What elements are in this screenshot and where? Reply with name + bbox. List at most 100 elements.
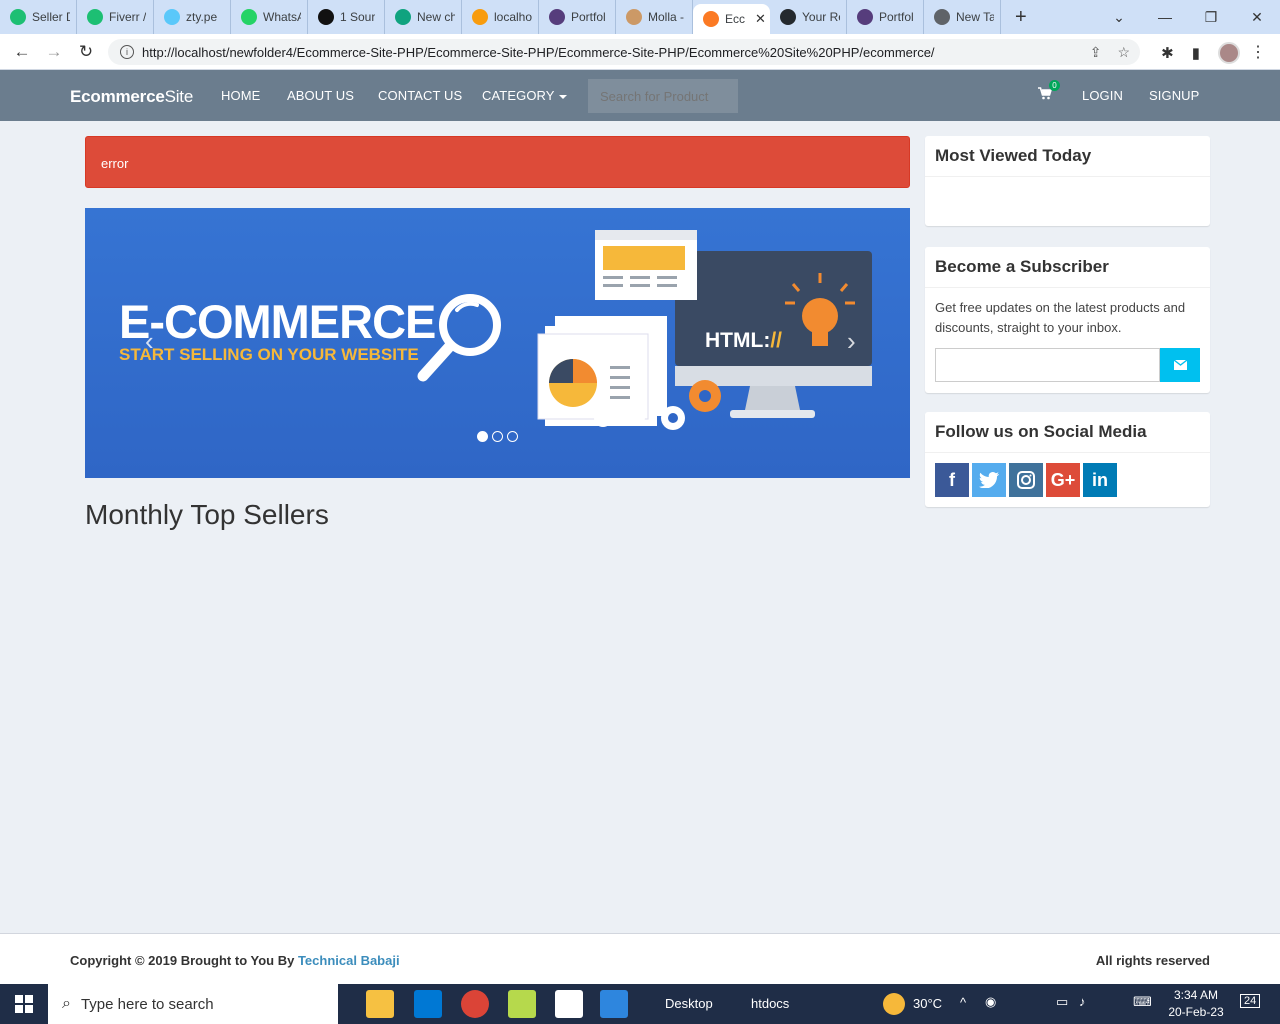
most-viewed-title: Most Viewed Today [925,139,1210,177]
desktop-toolbar[interactable]: Desktop [665,996,713,1011]
close-tab-icon[interactable]: ✕ [755,11,766,27]
carousel-next-icon[interactable]: › [847,326,856,357]
bootstrap-icon [857,9,873,25]
browser-tab[interactable]: Portfol [847,0,924,34]
bootstrap-icon [549,9,565,25]
caret-down-icon [558,94,567,99]
notepad-icon[interactable] [555,990,583,1018]
minimize-button[interactable]: — [1142,9,1188,25]
new-tab-button[interactable]: + [1015,6,1027,29]
browser-tab[interactable]: zty.pe [154,0,231,34]
browser-tab[interactable]: Portfol [539,0,616,34]
clock-date: 20-Feb-23 [1168,1005,1224,1019]
profile-avatar[interactable] [1218,42,1240,64]
browser-tab[interactable]: New ch [385,0,462,34]
browser-tab[interactable]: Molla - [616,0,693,34]
photos-icon[interactable] [600,990,628,1018]
subscriber-text: Get free updates on the latest products … [935,300,1186,335]
google-plus-icon[interactable]: G+ [1046,463,1080,497]
facebook-icon[interactable]: f [935,463,969,497]
browser-tab-label: Ecc [725,12,746,26]
file-explorer-icon[interactable] [366,990,394,1018]
login-link[interactable]: LOGIN [1082,88,1123,103]
nav-home-link[interactable]: HOME [221,88,260,103]
taskbar-search[interactable]: ⌕ Type here to search [48,984,338,1024]
xampp-taskbar-icon[interactable] [508,990,536,1018]
url-field[interactable]: i http://localhost/newfolder4/Ecommerce-… [108,39,1140,65]
carousel-dot-2[interactable] [492,431,503,442]
ecommerce-illustration: HTML:// [537,230,872,430]
browser-tab[interactable]: Fiverr / [77,0,154,34]
carousel-prev-icon[interactable]: ‹ [145,326,154,357]
network-icon[interactable]: ▭ [1056,994,1068,1010]
browser-tab[interactable]: New Ta [924,0,1001,34]
carousel-dot-1[interactable] [477,431,488,442]
envelope-icon [1173,360,1187,370]
browser-tab-label: New ch [417,10,455,24]
side-panel-icon[interactable]: ▮ [1192,44,1200,62]
browser-tab-label: Portfol [571,10,606,24]
temperature[interactable]: 30°C [913,996,942,1011]
share-icon[interactable]: ⇪ [1090,44,1102,61]
product-search-input[interactable] [588,79,738,113]
browser-tab-label: Portfol [879,10,914,24]
author-link[interactable]: Technical Babaji [298,953,400,968]
browser-tab[interactable]: WhatsA [231,0,308,34]
tab-search-icon[interactable]: ⌄ [1096,9,1142,26]
vscode-icon[interactable] [414,990,442,1018]
carousel-dot-3[interactable] [507,431,518,442]
subscribe-button[interactable] [1160,348,1200,382]
instagram-icon[interactable] [1009,463,1043,497]
site-info-icon[interactable]: i [120,45,134,59]
browser-tab-label: New Ta [956,10,994,24]
subscribe-email-input[interactable] [935,348,1160,382]
browser-tab[interactable]: Your Re [770,0,847,34]
chrome-taskbar-icon[interactable] [461,990,489,1018]
url-text: http://localhost/newfolder4/Ecommerce-Si… [142,44,935,60]
windows-start-icon[interactable] [15,995,33,1016]
browser-tab[interactable]: Ecc ✕ [693,4,770,34]
carousel-subtitle: START SELLING ON YOUR WEBSITE [119,345,419,364]
browser-tab-label: Fiverr / [109,10,147,24]
signup-link[interactable]: SIGNUP [1149,88,1199,103]
weather-icon[interactable] [883,993,905,1015]
tray-record-icon[interactable]: ◉ [985,994,996,1010]
twitter-icon[interactable] [972,463,1006,497]
cart-count-badge: 0 [1049,80,1060,91]
extensions-icon[interactable]: ✱ [1161,44,1174,62]
notification-badge[interactable]: 24 [1240,994,1261,1008]
molla-icon [626,9,642,25]
taskbar-clock[interactable]: 3:34 AM 20-Feb-23 [1164,987,1228,1021]
browser-tab[interactable]: Seller D [0,0,77,34]
close-window-button[interactable]: ✕ [1234,9,1280,26]
tray-chevron-up-icon[interactable]: ^ [960,995,966,1010]
forward-button[interactable]: → [38,42,70,62]
github-icon [780,9,796,25]
chatgpt-icon [395,9,411,25]
xampp-icon [703,11,719,27]
volume-icon[interactable]: ♪ [1079,994,1086,1009]
nav-about-link[interactable]: ABOUT US [287,88,354,103]
bookmark-star-icon[interactable]: ☆ [1117,44,1130,61]
nav-category-dropdown[interactable]: CATEGORY [482,88,567,103]
nav-contact-link[interactable]: CONTACT US [378,88,462,103]
clock-time: 3:34 AM [1173,988,1219,1002]
restore-button[interactable]: ❐ [1188,9,1234,26]
browser-menu-icon[interactable]: ⋮ [1250,42,1266,62]
back-button[interactable]: ← [6,42,38,62]
browser-tab-label: 1 Sour [340,10,376,24]
zty-icon [164,9,180,25]
browser-tab[interactable]: 1 Sour [308,0,385,34]
reload-button[interactable]: ↻ [70,42,102,62]
keyboard-icon[interactable]: ⌨ [1133,994,1152,1010]
linkedin-icon[interactable]: in [1083,463,1117,497]
browser-tab-label: zty.pe [186,10,218,24]
browser-tab[interactable]: localho [462,0,539,34]
htdocs-toolbar[interactable]: htdocs [751,996,789,1011]
site-brand[interactable]: EcommerceSite [70,87,193,107]
error-alert: error [85,136,910,188]
monitor-text-main: HTML: [705,329,770,352]
social-box: Follow us on Social Media f G+ in [925,412,1210,507]
magnifier-icon [417,294,501,382]
most-viewed-box: Most Viewed Today [925,136,1210,226]
